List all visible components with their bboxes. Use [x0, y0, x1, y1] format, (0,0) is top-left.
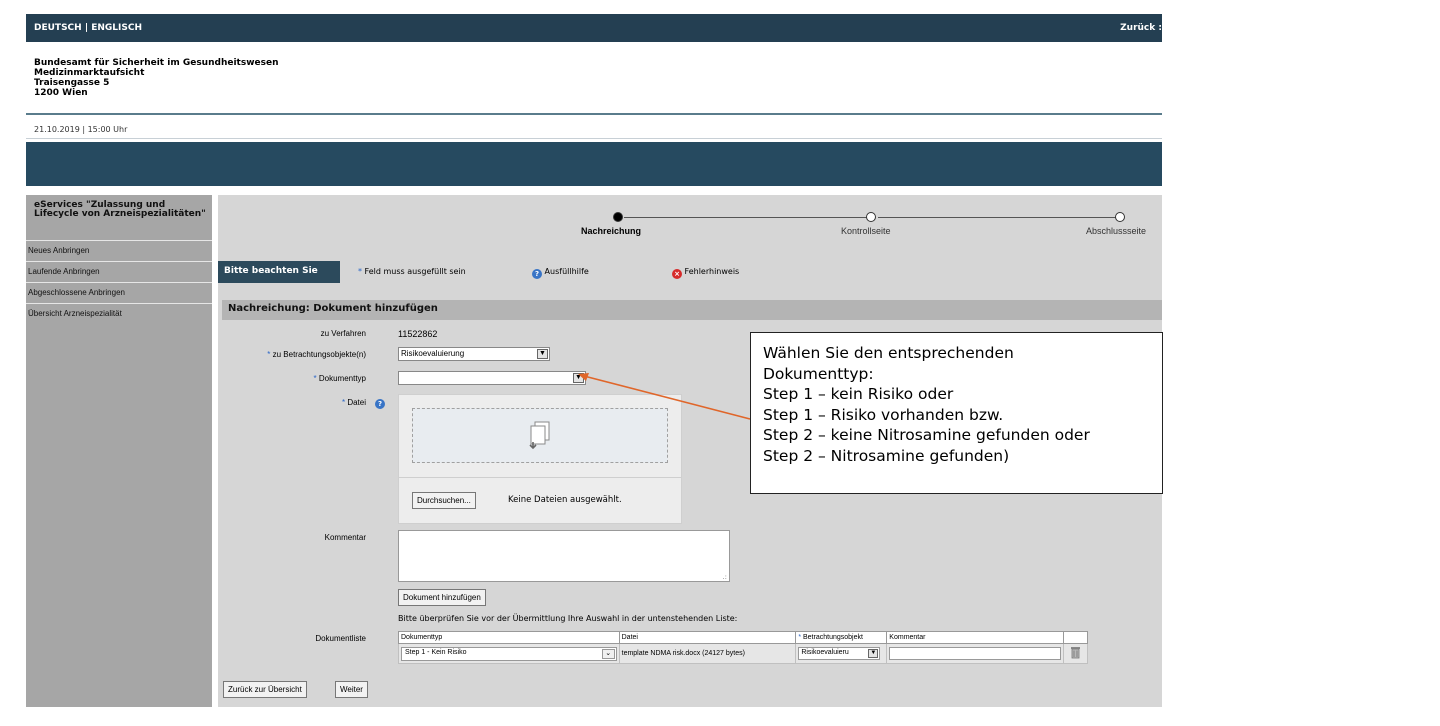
- chevron-down-icon: ▼: [537, 349, 548, 359]
- required-legend: * Feld muss ausgefüllt sein: [358, 267, 466, 276]
- sidebar-item-uebersicht[interactable]: Übersicht Arzneispezialität: [26, 303, 212, 324]
- chevron-down-icon: ▼: [868, 649, 879, 658]
- org-city: 1200 Wien: [34, 88, 88, 98]
- objekt-select[interactable]: Risikoevaluierung ▼: [398, 347, 550, 361]
- step-dot: [866, 212, 876, 222]
- row-actions-cell: [1063, 643, 1088, 664]
- section-title: Nachreichung: Dokument hinzufügen: [222, 300, 1162, 320]
- verfahren-value: 11522862: [398, 329, 438, 339]
- step-label-kontrollseite: Kontrollseite: [841, 226, 891, 236]
- col-header-datei: Datei: [618, 631, 797, 644]
- dokumenttyp-select[interactable]: ▼: [398, 371, 586, 385]
- row-objekt-cell: Risikoevaluieru ▼: [795, 643, 888, 664]
- error-legend: × Fehlerhinweis: [672, 267, 739, 279]
- table-header-row: Dokumenttyp Datei * Betrachtungsobjekt K…: [398, 631, 1088, 644]
- browse-button[interactable]: Durchsuchen...: [412, 492, 476, 509]
- info-icon: ?: [532, 269, 542, 279]
- notice-tag: Bitte beachten Sie: [218, 261, 340, 283]
- callout-line: Step 2 – keine Nitrosamine gefunden oder: [763, 426, 1090, 444]
- date-divider: [26, 138, 1162, 139]
- row-comment-input[interactable]: [889, 647, 1061, 660]
- sidebar-title: eServices "Zulassung und Lifecycle von A…: [34, 200, 206, 219]
- add-document-button[interactable]: Dokument hinzufügen: [398, 589, 486, 606]
- verfahren-label: zu Verfahren: [320, 329, 366, 338]
- annotation-arrow: [578, 373, 751, 420]
- back-link[interactable]: Zurück :: [1120, 23, 1162, 33]
- trash-icon[interactable]: [1070, 646, 1081, 659]
- sidebar-item-laufende-anbringen[interactable]: Laufende Anbringen: [26, 261, 212, 282]
- annotation-callout: Wählen Sie den entsprechenden Dokumentty…: [750, 332, 1163, 494]
- datetime: 21.10.2019 | 15:00 Uhr: [34, 125, 128, 134]
- datei-help-icon[interactable]: ?: [375, 399, 385, 409]
- top-bar: DEUTSCH | ENGLISCH Zurück :: [26, 14, 1162, 42]
- org-street: Traisengasse 5: [34, 78, 110, 88]
- col-header-kommentar: Kommentar: [886, 631, 1064, 644]
- step-label-nachreichung: Nachreichung: [581, 226, 642, 236]
- review-text: Bitte überprüfen Sie vor der Übermittlun…: [398, 614, 738, 623]
- callout-line: Dokumenttyp:: [763, 364, 874, 383]
- banner: [26, 142, 1162, 186]
- comment-textarea[interactable]: .:: [398, 530, 730, 582]
- step-connector: [878, 217, 1120, 218]
- step-dot-active: [613, 212, 623, 222]
- files-icon: [529, 421, 550, 450]
- callout-line: Step 1 – kein Risiko oder: [763, 385, 954, 403]
- next-button[interactable]: Weiter: [335, 681, 368, 698]
- objekt-label: * zu Betrachtungsobjekte(n): [267, 350, 366, 359]
- step-connector: [624, 217, 870, 218]
- document-table: Dokumenttyp Datei * Betrachtungsobjekt K…: [398, 631, 1088, 664]
- help-legend: ? Ausfüllhilfe: [532, 267, 589, 279]
- header-divider: [26, 113, 1162, 115]
- org-address: Bundesamt für Sicherheit im Gesundheitsw…: [34, 58, 279, 98]
- row-datei-cell: template NDMA risk.docx (24127 bytes): [618, 643, 797, 664]
- col-header-dokumenttyp: Dokumenttyp: [398, 631, 620, 644]
- step-dot: [1115, 212, 1125, 222]
- language-switch[interactable]: DEUTSCH | ENGLISCH: [34, 23, 142, 33]
- doclist-label: Dokumentliste: [315, 634, 366, 643]
- datei-label: * Datei: [341, 398, 366, 407]
- sidebar-item-neues-anbringen[interactable]: Neues Anbringen: [26, 240, 212, 261]
- kommentar-label: Kommentar: [324, 533, 366, 542]
- chevron-down-icon: ⌄: [601, 648, 615, 659]
- callout-line: Wählen Sie den entsprechenden: [763, 344, 1014, 362]
- callout-line: Step 2 – Nitrosamine gefunden): [763, 446, 1010, 465]
- org-name: Bundesamt für Sicherheit im Gesundheitsw…: [34, 58, 279, 68]
- dokumenttyp-label: * Dokumenttyp: [313, 374, 367, 383]
- row-typ-cell: Step 1 - Kein Risiko ⌄: [398, 643, 620, 664]
- row-kommentar-cell: [886, 643, 1064, 664]
- row-typ-select[interactable]: Step 1 - Kein Risiko ⌄: [401, 646, 617, 661]
- col-header-actions: [1063, 631, 1088, 644]
- org-division: Medizinmarktaufsicht: [34, 68, 145, 78]
- error-icon: ×: [672, 269, 682, 279]
- no-file-text: Keine Dateien ausgewählt.: [508, 495, 622, 505]
- required-star-icon: *: [358, 267, 362, 276]
- table-row: Step 1 - Kein Risiko ⌄ template NDMA ris…: [398, 643, 1088, 664]
- upload-divider: [398, 477, 682, 478]
- callout-line: Step 1 – Risiko vorhanden bzw.: [763, 405, 1004, 424]
- sidebar: eServices "Zulassung und Lifecycle von A…: [26, 195, 212, 707]
- col-header-objekt: * Betrachtungsobjekt: [795, 631, 888, 644]
- sidebar-item-abgeschlossene-anbringen[interactable]: Abgeschlossene Anbringen: [26, 282, 212, 303]
- row-objekt-select[interactable]: Risikoevaluieru ▼: [798, 647, 881, 660]
- back-to-overview-button[interactable]: Zurück zur Übersicht: [223, 681, 307, 698]
- resize-grip-icon[interactable]: .:: [722, 573, 727, 581]
- step-label-abschlussseite: Abschlussseite: [1086, 226, 1147, 236]
